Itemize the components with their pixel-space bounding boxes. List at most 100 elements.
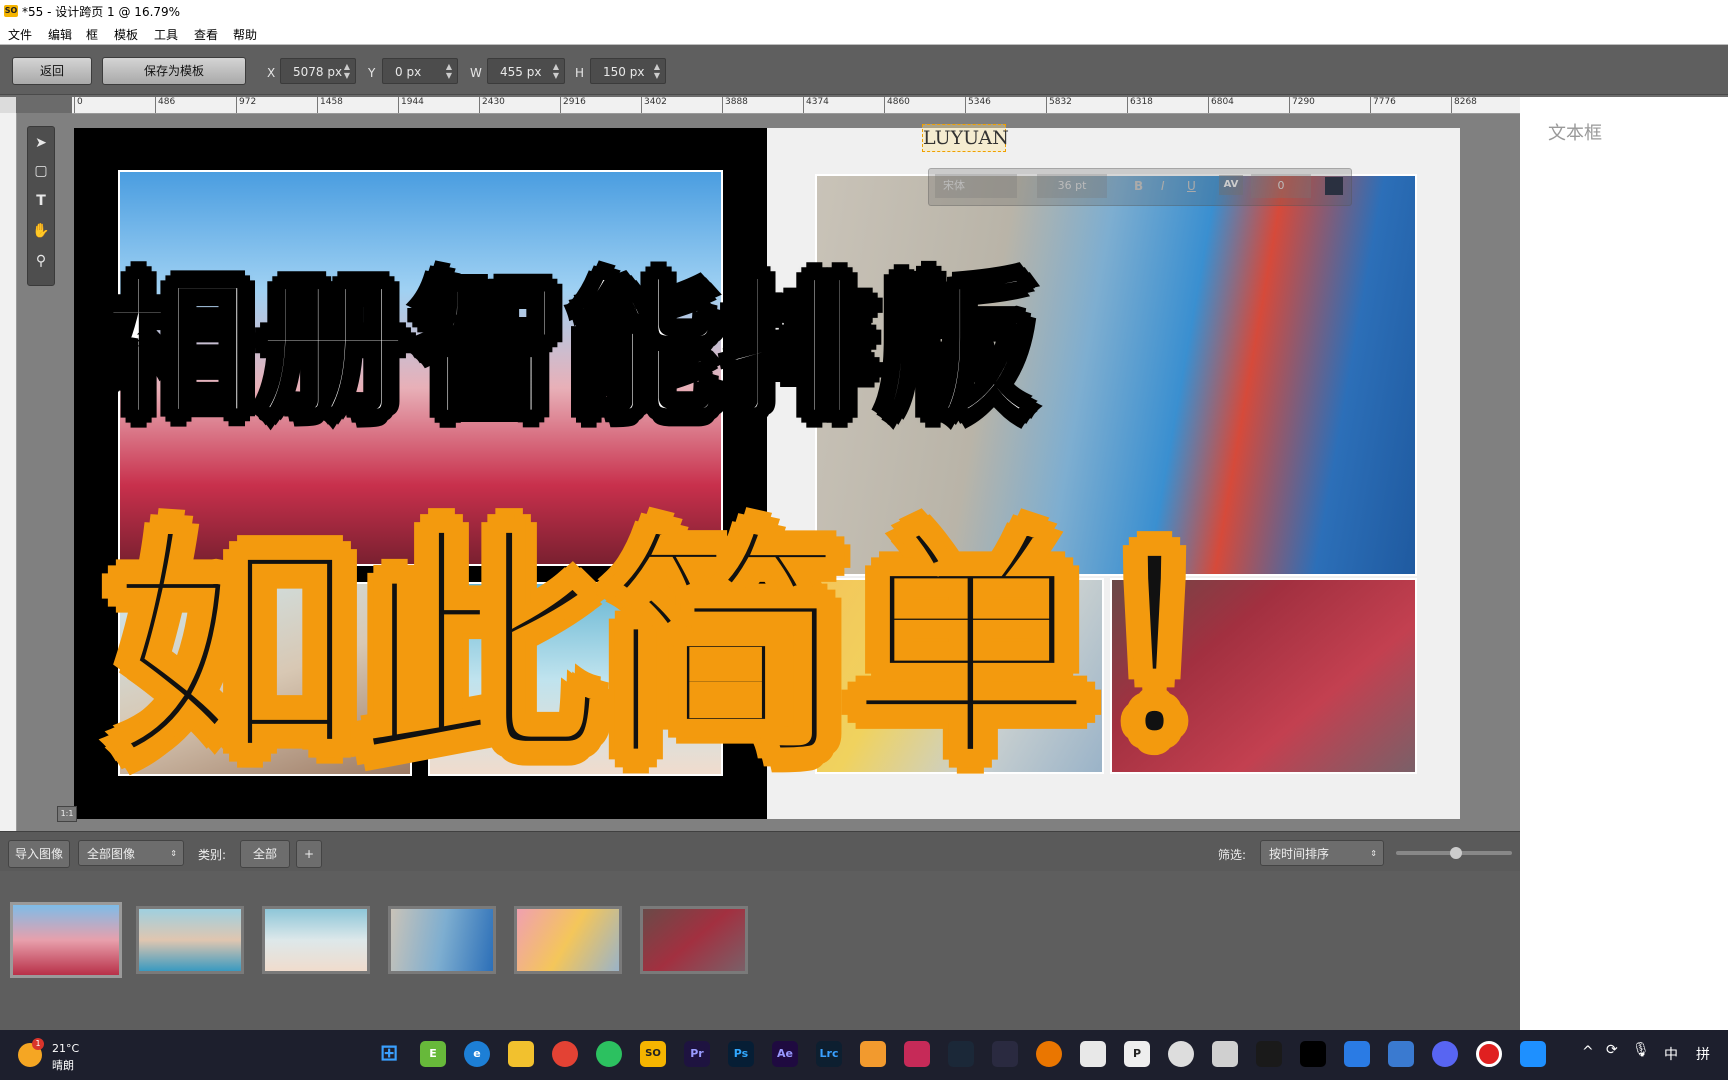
menu-frame[interactable]: 框 [86, 26, 98, 43]
horizontal-ruler: 0 486 972 1458 1944 2430 2916 3402 3888 … [72, 97, 1520, 114]
ruler-tick: 2430 [479, 97, 505, 113]
app-icon[interactable] [1212, 1041, 1238, 1067]
h-input[interactable]: 150 px ▲ ▼ [590, 58, 666, 84]
text-format-toolbar: 宋体 36 pt B I U AV 0 [928, 168, 1352, 206]
thumbnail[interactable] [514, 906, 622, 974]
menu-file[interactable]: 文件 [8, 26, 32, 43]
spinner-icon[interactable]: ▲ ▼ [341, 62, 353, 81]
premiere-icon[interactable]: Pr [684, 1041, 710, 1067]
menu-template[interactable]: 模板 [114, 26, 138, 43]
thumbnail[interactable] [10, 902, 122, 978]
font-size-input[interactable]: 36 pt [1037, 174, 1107, 198]
h-label: H [575, 66, 585, 80]
zoom-tool-icon[interactable]: ⚲ [31, 249, 51, 273]
ruler-tick: 7290 [1289, 97, 1315, 113]
weather-badge: 1 [32, 1038, 44, 1050]
app-icon[interactable] [1080, 1041, 1106, 1067]
file-explorer-icon[interactable] [508, 1041, 534, 1067]
slider-handle[interactable] [1450, 847, 1462, 859]
image-browser-toolbar: 导入图像 全部图像 ⇕ 类别: 全部 + 筛选: 按时间排序 ⇕ [0, 831, 1520, 872]
chrome-icon[interactable] [552, 1041, 578, 1067]
y-input[interactable]: 0 px ▲ ▼ [382, 58, 458, 84]
steam-icon[interactable] [948, 1041, 974, 1067]
underline-button[interactable]: U [1187, 179, 1196, 193]
menu-tools[interactable]: 工具 [154, 26, 178, 43]
select-arrow-icon[interactable]: ➤ [31, 131, 51, 155]
app-icon[interactable] [860, 1041, 886, 1067]
thumbnail-strip [0, 871, 1520, 1030]
hand-tool-icon[interactable]: ✋ [31, 219, 51, 243]
spinner-icon[interactable]: ▲ ▼ [651, 62, 663, 81]
windows-start-icon[interactable]: ⊞ [376, 1041, 402, 1067]
window-title: *55 - 设计跨页 1 @ 16.79% [22, 5, 181, 19]
smartalbums-icon[interactable]: SO [640, 1041, 666, 1067]
text-frame[interactable]: LUYUAN [922, 124, 1009, 152]
ruler-tick: 7776 [1370, 97, 1396, 113]
lightroom-icon[interactable]: Lrc [816, 1041, 842, 1067]
app-icon[interactable] [1388, 1041, 1414, 1067]
app-icon[interactable] [1168, 1041, 1194, 1067]
ruler-tick: 4374 [803, 97, 829, 113]
tracking-input[interactable]: 0 [1251, 174, 1311, 198]
spinner-icon: ⇕ [170, 849, 177, 858]
zoom-reset-button[interactable]: 1:1 [57, 806, 77, 822]
text-tool-icon[interactable]: T [31, 189, 51, 213]
ruler-tick: 1944 [398, 97, 424, 113]
image-filter-select[interactable]: 全部图像 ⇕ [78, 840, 184, 866]
save-template-button[interactable]: 保存为模板 [102, 57, 246, 85]
thumbnail[interactable] [262, 906, 370, 974]
ruler-tick: 6318 [1127, 97, 1153, 113]
font-select[interactable]: 宋体 [935, 174, 1017, 198]
menu-help[interactable]: 帮助 [233, 26, 257, 43]
weather-condition: 晴朗 [52, 1059, 74, 1072]
ruler-tick: 5346 [965, 97, 991, 113]
tray-chevron-icon[interactable]: ^ [1582, 1044, 1594, 1060]
italic-button[interactable]: I [1161, 179, 1165, 193]
ruler-tick: 4860 [884, 97, 910, 113]
thumbnail-size-slider[interactable] [1396, 847, 1512, 859]
blender-icon[interactable] [1036, 1041, 1062, 1067]
spinner-icon[interactable]: ▲ ▼ [550, 62, 562, 81]
app-icon[interactable]: E [420, 1041, 446, 1067]
add-category-button[interactable]: + [296, 840, 322, 868]
app-icon[interactable] [904, 1041, 930, 1067]
w-input[interactable]: 455 px ▲ ▼ [487, 58, 565, 84]
back-button[interactable]: 返回 [12, 57, 92, 85]
wechat-icon[interactable] [596, 1041, 622, 1067]
ime-indicator[interactable]: 中 [1664, 1044, 1678, 1064]
x-label: X [267, 66, 276, 80]
app-icon[interactable] [1344, 1041, 1370, 1067]
thumbnail[interactable] [136, 906, 244, 974]
w-label: W [470, 66, 482, 80]
thumbnail[interactable] [640, 906, 748, 974]
ruler-tick: 972 [236, 97, 256, 113]
discord-icon[interactable] [1432, 1041, 1458, 1067]
spinner-icon[interactable]: ▲ ▼ [443, 62, 455, 81]
panel-title: 文本框 [1548, 123, 1602, 144]
app-icon[interactable] [992, 1041, 1018, 1067]
frame-tool-icon[interactable]: ▢ [31, 159, 51, 183]
category-label: 类别: [198, 848, 227, 862]
app-icon[interactable] [1256, 1041, 1282, 1067]
capcut-icon[interactable] [1300, 1041, 1326, 1067]
app-icon[interactable] [1520, 1041, 1546, 1067]
microphone-icon[interactable]: 🎙 [1632, 1042, 1650, 1058]
sync-icon[interactable]: ⟳ [1606, 1042, 1618, 1058]
bold-button[interactable]: B [1134, 179, 1143, 193]
properties-panel: 文本框 [1520, 97, 1728, 1030]
x-input[interactable]: 5078 px ▲ ▼ [280, 58, 356, 84]
menu-edit[interactable]: 编辑 [48, 26, 72, 43]
edge-browser-icon[interactable]: e [464, 1041, 490, 1067]
photoshop-icon[interactable]: Ps [728, 1041, 754, 1067]
after-effects-icon[interactable]: Ae [772, 1041, 798, 1067]
thumbnail[interactable] [388, 906, 496, 974]
ime-mode-indicator[interactable]: 拼 [1696, 1044, 1710, 1064]
import-image-button[interactable]: 导入图像 [8, 840, 70, 868]
ruler-corner [0, 97, 16, 113]
category-select[interactable]: 全部 [240, 840, 290, 868]
text-color-swatch[interactable] [1325, 177, 1343, 195]
app-icon[interactable]: P [1124, 1041, 1150, 1067]
menu-view[interactable]: 查看 [194, 26, 218, 43]
sort-select[interactable]: 按时间排序 ⇕ [1260, 840, 1384, 866]
record-icon[interactable] [1476, 1041, 1502, 1067]
